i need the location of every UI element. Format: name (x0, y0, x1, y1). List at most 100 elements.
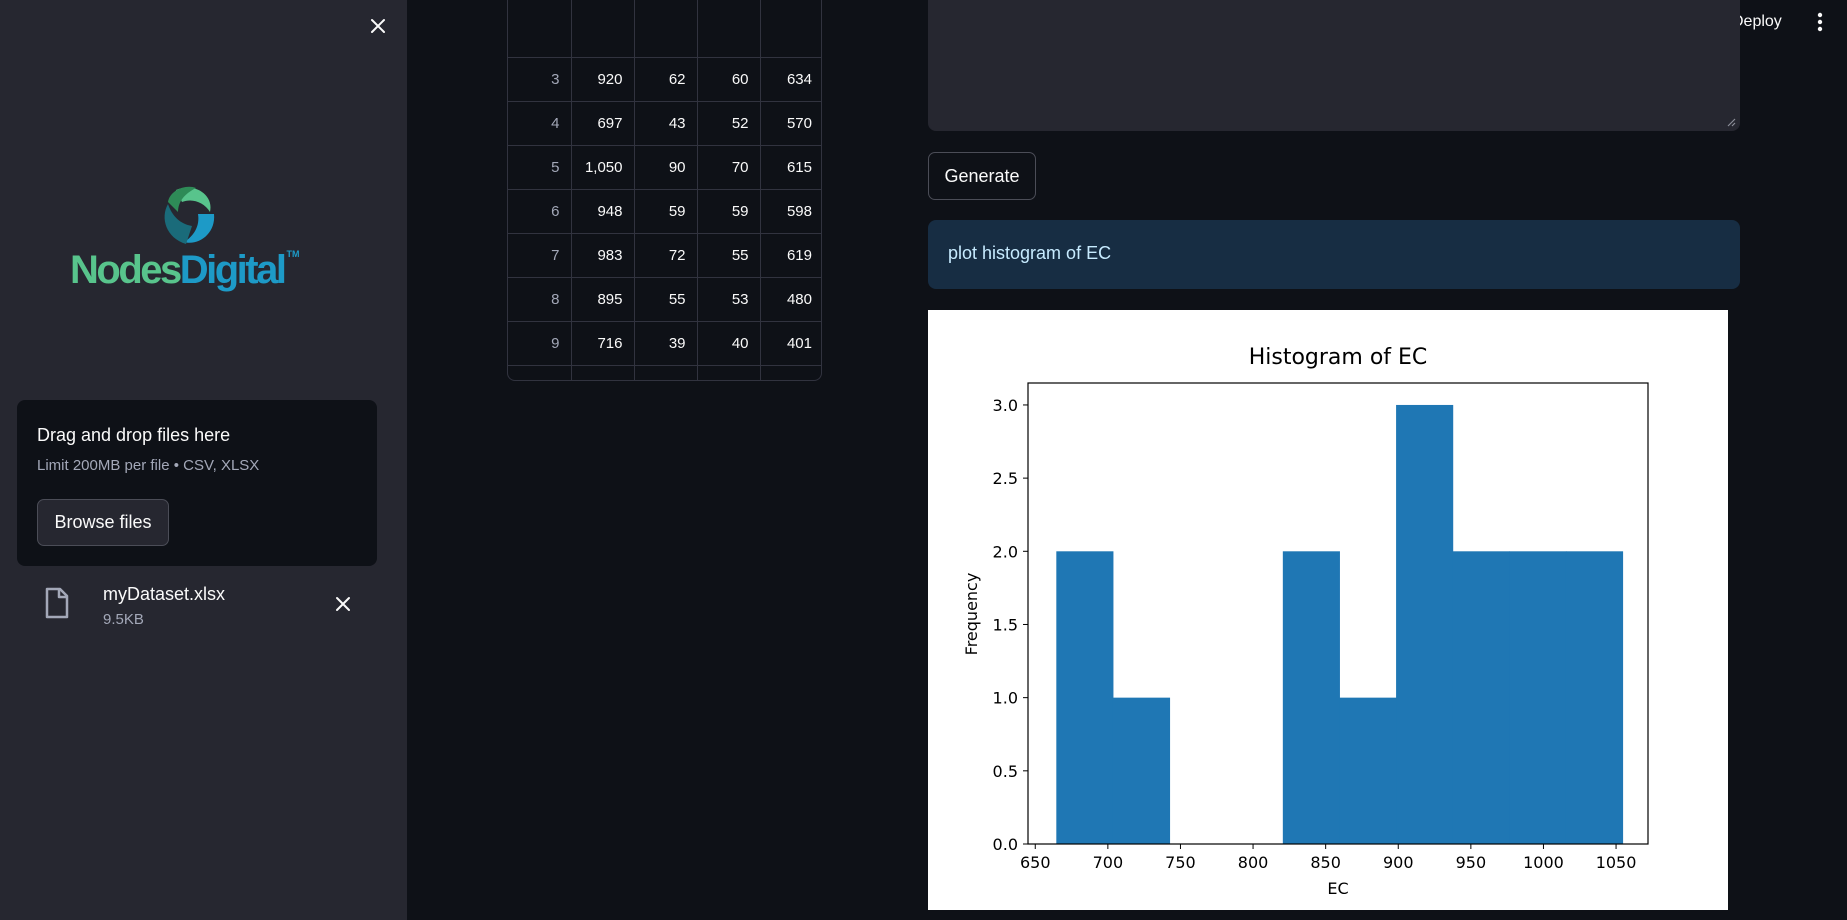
table-cell (760, 365, 821, 380)
table-cell (760, 0, 821, 58)
dropzone-title: Drag and drop files here (37, 425, 231, 445)
table-row: 5 1,050 90 70 615 (508, 145, 821, 190)
dataframe-table[interactable]: 3 920 62 60 634 4 697 43 52 570 5 1,050 90 70 615 6 948 5… (507, 0, 822, 381)
histogram-chart: Histogram of EC 650 700 750 800 850 900 950 100… (928, 310, 1728, 910)
more-vertical-icon (1817, 12, 1823, 32)
x-tick-label: 950 (1456, 853, 1487, 872)
x-tick-label: 850 (1310, 853, 1341, 872)
chart-title: Histogram of EC (1249, 345, 1428, 370)
row-index: 7 (508, 233, 572, 278)
y-tick-label: 0.5 (993, 762, 1018, 781)
table-cell (571, 365, 635, 380)
x-tick-label: 900 (1383, 853, 1414, 872)
close-sidebar-button[interactable] (364, 12, 392, 40)
y-tick-label: 2.5 (993, 469, 1018, 488)
file-icon (45, 587, 69, 619)
table-cell: 480 (760, 277, 821, 322)
query-textarea[interactable] (928, 0, 1740, 131)
histogram-bar-9 (1565, 551, 1624, 844)
table-cell: 598 (760, 189, 821, 234)
table-row-partial (508, 365, 821, 380)
table-cell: 697 (571, 101, 635, 146)
table-cell (634, 365, 698, 380)
table-row: 6 948 59 59 598 (508, 189, 821, 234)
logo-word-nodes: Nodes (70, 248, 182, 292)
table-cell (697, 365, 761, 380)
y-tick-label: 0.0 (993, 835, 1018, 854)
resize-grip-icon[interactable] (1726, 117, 1736, 127)
table-cell: 716 (571, 321, 635, 366)
x-tick-label: 700 (1093, 853, 1124, 872)
table-cell: 39 (634, 321, 698, 366)
table-row: 8 895 55 53 480 (508, 277, 821, 322)
table-cell: 72 (634, 233, 698, 278)
table-cell: 40 (697, 321, 761, 366)
generate-button[interactable]: Generate (928, 152, 1036, 200)
logo-wordmark: NodesDigital TM (70, 248, 299, 293)
table-cell: 52 (697, 101, 761, 146)
table-cell: 43 (634, 101, 698, 146)
table-cell: 634 (760, 57, 821, 102)
table-cell: 55 (634, 277, 698, 322)
x-tick-label: 1050 (1596, 853, 1637, 872)
table-row: 7 983 72 55 619 (508, 233, 821, 278)
prompt-info-box: plot histogram of EC (928, 220, 1740, 289)
browse-files-button[interactable]: Browse files (37, 499, 169, 546)
y-tick-label: 1.0 (993, 689, 1018, 708)
table-cell: 920 (571, 57, 635, 102)
nodes-digital-logo: NodesDigital TM (70, 180, 326, 300)
table-row: 4 697 43 52 570 (508, 101, 821, 146)
close-icon (371, 19, 385, 33)
table-cell: 55 (697, 233, 761, 278)
trademark: TM (286, 249, 300, 259)
table-cell: 570 (760, 101, 821, 146)
row-index: 6 (508, 189, 572, 234)
row-index: 4 (508, 101, 572, 146)
table-cell (571, 0, 635, 58)
table-cell: 59 (634, 189, 698, 234)
logo-mark-icon (164, 186, 215, 244)
file-name: myDataset.xlsx (103, 584, 226, 604)
row-index: 3 (508, 57, 572, 102)
file-dropzone[interactable]: Drag and drop files here Limit 200MB per… (17, 400, 377, 566)
x-axis-label: EC (1327, 879, 1348, 898)
x-tick-label: 750 (1165, 853, 1196, 872)
file-size: 9.5KB (103, 611, 144, 628)
x-tick-label: 650 (1020, 853, 1051, 872)
table-cell: 90 (634, 145, 698, 190)
table-cell: 983 (571, 233, 635, 278)
y-axis-label: Frequency (962, 573, 981, 656)
y-tick-label: 2.0 (993, 542, 1018, 561)
histogram-bar-0 (1056, 551, 1114, 844)
table-cell (508, 365, 572, 380)
prompt-text: plot histogram of EC (948, 243, 1112, 263)
histogram-bar-8 (1509, 551, 1567, 844)
uploaded-file-item: myDataset.xlsx 9.5KB (17, 578, 377, 638)
table-cell (634, 0, 698, 58)
histogram-bar-6 (1396, 404, 1454, 844)
x-tick-label: 1000 (1523, 853, 1564, 872)
table-cell: 619 (760, 233, 821, 278)
dropzone-limit-text: Limit 200MB per file • CSV, XLSX (37, 457, 260, 474)
remove-file-button[interactable] (331, 592, 355, 616)
table-cell: 62 (634, 57, 698, 102)
table-cell: 53 (697, 277, 761, 322)
row-index: 5 (508, 145, 572, 190)
table-cell: 615 (760, 145, 821, 190)
x-tick-label: 800 (1238, 853, 1269, 872)
y-tick-label: 1.5 (993, 615, 1018, 634)
histogram-bar-1 (1112, 697, 1171, 844)
table-cell: 895 (571, 277, 635, 322)
table-cell: 60 (697, 57, 761, 102)
row-index: 8 (508, 277, 572, 322)
table-row: 3 920 62 60 634 (508, 57, 821, 102)
histogram-bar-7 (1452, 551, 1510, 844)
histogram-bar-5 (1339, 697, 1397, 844)
histogram-bar-4 (1282, 551, 1340, 844)
close-icon (336, 597, 350, 611)
main-menu-button[interactable] (1808, 10, 1832, 34)
table-cell: 401 (760, 321, 821, 366)
table-row-header-partial (508, 0, 821, 58)
table-cell: 59 (697, 189, 761, 234)
logo-word-digital: Digital (179, 248, 287, 292)
